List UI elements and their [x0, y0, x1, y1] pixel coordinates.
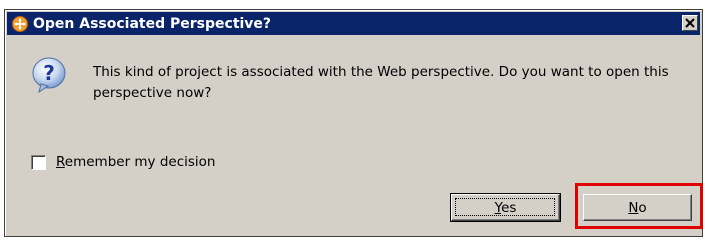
dialog-message: This kind of project is associated with … [93, 64, 669, 101]
dialog-window: Open Associated Perspective? ? This kind… [4, 9, 703, 237]
svg-text:?: ? [43, 61, 55, 85]
close-icon [685, 18, 695, 28]
close-button[interactable] [682, 15, 698, 31]
remember-decision-checkbox[interactable] [31, 154, 46, 170]
remember-label-rest: emember my decision [64, 154, 216, 170]
highlight-box [575, 183, 703, 229]
remember-decision-row[interactable]: Remember my decision [31, 154, 216, 170]
perspective-icon [11, 15, 29, 33]
remember-decision-label[interactable]: Remember my decision [56, 154, 216, 170]
dialog-title: Open Associated Perspective? [33, 15, 272, 32]
remember-mnemonic: R [56, 154, 65, 170]
question-icon: ? [31, 56, 67, 94]
titlebar[interactable]: Open Associated Perspective? [7, 12, 700, 35]
focus-rect [455, 198, 555, 216]
yes-button[interactable]: Yes [450, 193, 561, 222]
